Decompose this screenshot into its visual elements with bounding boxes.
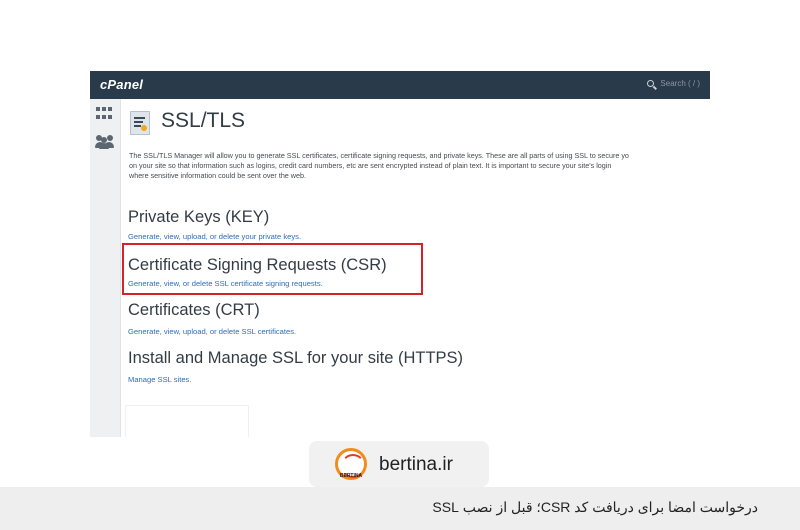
caption-bar: درخواست امضا برای دریافت کد CSR؛ قبل از … [0, 487, 800, 530]
sidebar [90, 99, 121, 437]
logo-word: BERTINA [339, 473, 363, 479]
users-icon[interactable] [95, 135, 115, 149]
bertina-logo-icon: BERTINA [335, 448, 367, 480]
intro-line: where sensitive information could be sen… [129, 171, 306, 180]
intro-line: The SSL/TLS Manager will allow you to ge… [129, 151, 629, 160]
search-area[interactable]: Search ( / ) [647, 79, 700, 88]
page-title: SSL/TLS [161, 109, 246, 132]
caption-text: درخواست امضا برای دریافت کد CSR؛ قبل از … [432, 499, 758, 515]
grid-icon[interactable] [96, 107, 112, 121]
cpanel-logo[interactable]: cPanel [100, 77, 143, 92]
certificate-icon [130, 111, 150, 135]
brand-name: bertina.ir [379, 454, 453, 475]
csr-highlight-box [122, 243, 423, 295]
certificates-link[interactable]: Generate, view, upload, or delete SSL ce… [128, 327, 296, 336]
intro-text: The SSL/TLS Manager will allow you to ge… [129, 151, 710, 181]
brand-card: BERTINA bertina.ir [309, 441, 489, 487]
search-icon [647, 80, 655, 87]
certificates-heading: Certificates (CRT) [128, 301, 260, 319]
private-keys-heading: Private Keys (KEY) [128, 208, 270, 226]
intro-line: on your site so that information such as… [129, 161, 612, 170]
install-ssl-heading: Install and Manage SSL for your site (HT… [128, 349, 464, 367]
manage-ssl-link[interactable]: Manage SSL sites. [128, 375, 191, 384]
search-placeholder[interactable]: Search ( / ) [660, 79, 700, 88]
blank-panel [126, 406, 248, 437]
private-keys-link[interactable]: Generate, view, upload, or delete your p… [128, 232, 301, 241]
top-bar: cPanel Search ( / ) [90, 71, 710, 99]
